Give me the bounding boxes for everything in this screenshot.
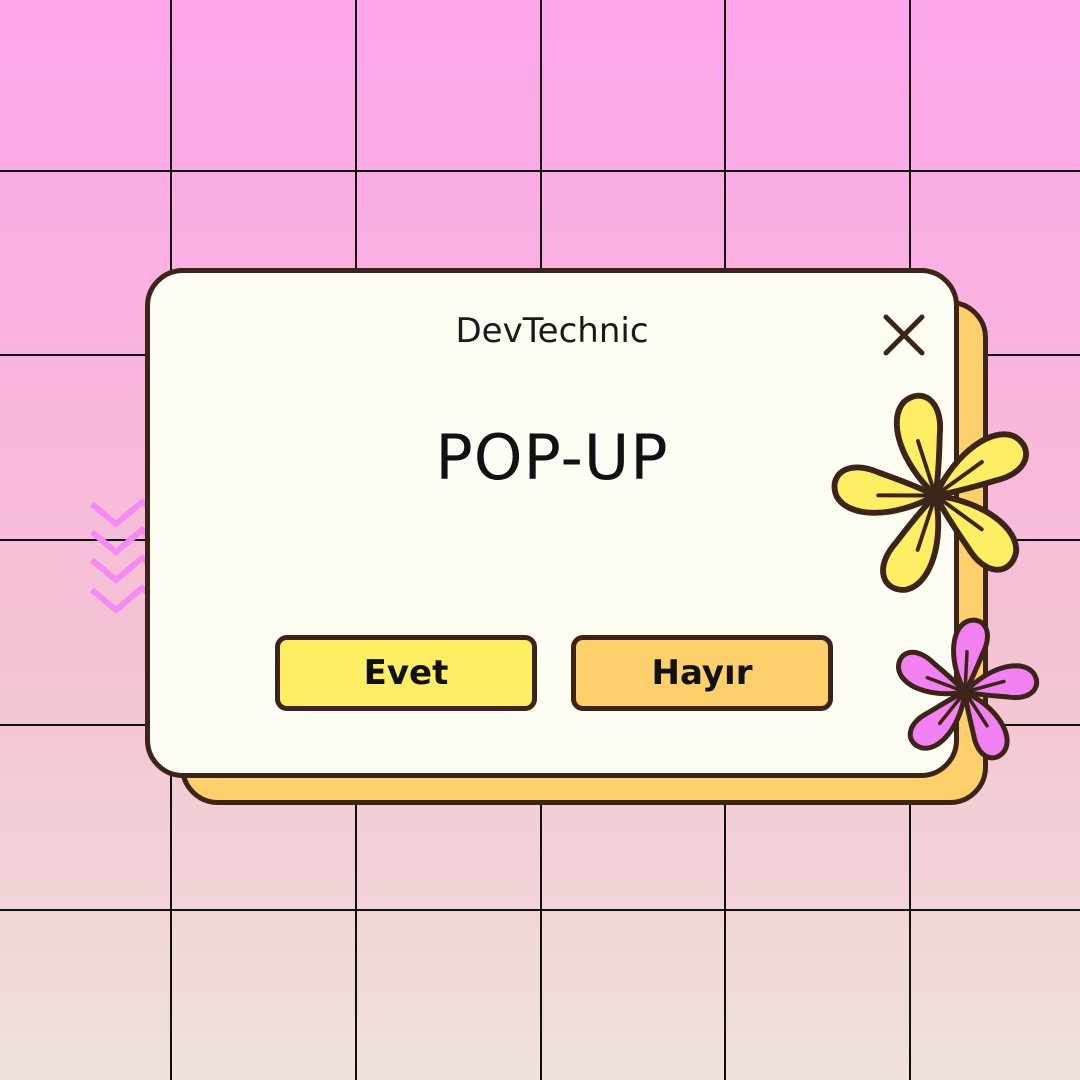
close-icon[interactable]: [880, 311, 928, 359]
no-button-label: Hayır: [651, 653, 753, 693]
yes-button[interactable]: Evet: [275, 635, 537, 711]
yes-button-label: Evet: [363, 653, 449, 693]
pink-flower-icon: [895, 617, 1040, 761]
grid-line: [0, 909, 1080, 911]
grid-line: [0, 170, 1080, 172]
yellow-flower-icon: [831, 392, 1029, 593]
popup-title: DevTechnic: [455, 311, 649, 351]
no-button[interactable]: Hayır: [571, 635, 833, 711]
